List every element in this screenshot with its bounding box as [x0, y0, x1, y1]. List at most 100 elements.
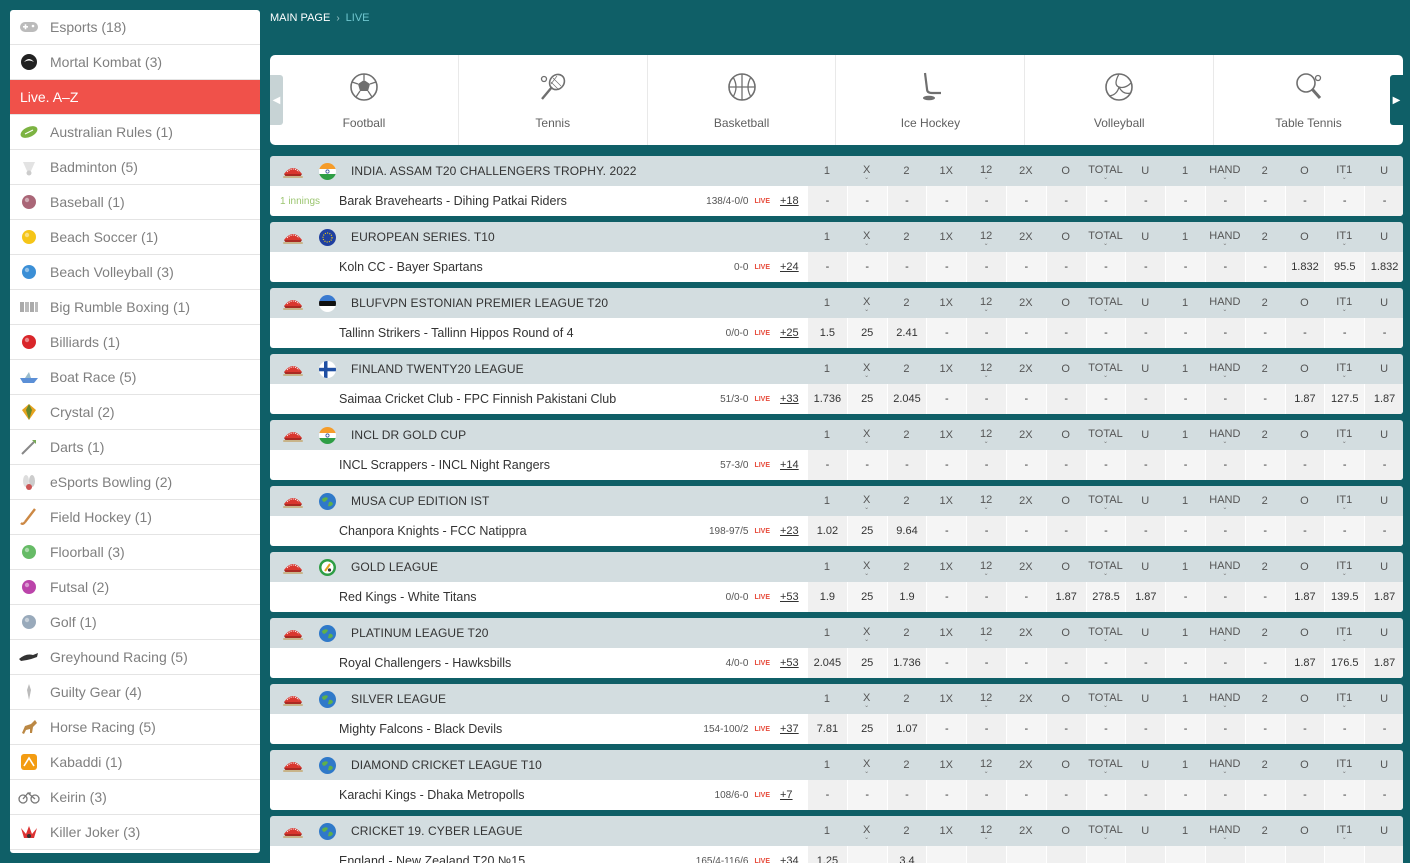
odds-cell[interactable]: - — [926, 648, 967, 678]
odds-cell[interactable]: - — [1244, 318, 1285, 348]
chevron-down-icon[interactable]: ⌄ — [1222, 373, 1227, 379]
odds-cell[interactable] — [1244, 846, 1285, 863]
match-teams[interactable]: INCL Scrappers - INCL Night Rangers — [339, 458, 550, 472]
chevron-down-icon[interactable]: ⌄ — [984, 241, 989, 247]
sidebar-item-boat-race[interactable]: Boat Race (5) — [10, 360, 260, 395]
odds-cell[interactable]: 2.045 — [886, 384, 927, 414]
odds-cell[interactable]: 3.4 — [886, 846, 927, 863]
odds-cell[interactable]: - — [1045, 384, 1086, 414]
sidebar-item-killer-joker[interactable]: Killer Joker (3) — [10, 815, 260, 850]
sidebar-item-billiards[interactable]: Billiards (1) — [10, 325, 260, 360]
match-row[interactable]: INCL Scrappers - INCL Night Rangers 57-3… — [270, 450, 1403, 480]
odds-cell[interactable]: - — [1364, 780, 1403, 810]
odds-cell[interactable]: 2.045 — [807, 648, 847, 678]
sport-tab-football[interactable]: Football — [270, 55, 459, 145]
odds-cell[interactable]: - — [807, 252, 847, 282]
chevron-down-icon[interactable]: ⌄ — [864, 373, 869, 379]
odds-cell[interactable]: - — [1045, 714, 1086, 744]
odds-cell[interactable]: 1.9 — [807, 582, 847, 612]
odds-cell[interactable]: - — [807, 450, 847, 480]
odds-cell[interactable]: - — [1125, 648, 1166, 678]
odds-cell[interactable]: - — [1125, 450, 1166, 480]
match-row[interactable]: Karachi Kings - Dhaka Metropolls 108/6-0… — [270, 780, 1403, 810]
odds-cell[interactable] — [846, 846, 887, 863]
odds-cell[interactable]: - — [1165, 582, 1205, 612]
odds-cell[interactable]: - — [1085, 318, 1126, 348]
match-teams[interactable]: Barak Bravehearts - Dihing Patkai Riders — [339, 194, 567, 208]
sidebar-item-live-a-z[interactable]: Live. A–Z — [10, 80, 260, 115]
chevron-down-icon[interactable]: ⌄ — [1342, 835, 1347, 841]
odds-cell[interactable] — [1005, 846, 1046, 863]
sidebar-item-badminton[interactable]: Badminton (5) — [10, 150, 260, 185]
chevron-down-icon[interactable]: ⌄ — [1222, 769, 1227, 775]
chevron-down-icon[interactable]: ⌄ — [984, 637, 989, 643]
chevron-down-icon[interactable]: ⌄ — [1103, 439, 1108, 445]
odds-cell[interactable]: - — [926, 780, 967, 810]
chevron-down-icon[interactable]: ⌄ — [864, 241, 869, 247]
chevron-down-icon[interactable]: ⌄ — [864, 637, 869, 643]
league-header[interactable]: PLATINUM LEAGUE T20 1 X ⌄ 2 1X 12 ⌄ 2X O TOTAL ⌄ U 1 H… — [270, 618, 1403, 648]
sidebar-item-guilty-gear[interactable]: Guilty Gear (4) — [10, 675, 260, 710]
odds-cell[interactable]: - — [1085, 516, 1126, 546]
odds-cell[interactable]: - — [1085, 252, 1126, 282]
odds-cell[interactable]: - — [1165, 318, 1205, 348]
odds-cell[interactable]: - — [966, 780, 1006, 810]
odds-cell[interactable]: - — [926, 252, 967, 282]
more-markets-link[interactable]: +18 — [780, 195, 799, 207]
odds-cell[interactable]: - — [1364, 516, 1403, 546]
odds-cell[interactable]: - — [1085, 780, 1126, 810]
match-teams[interactable]: Red Kings - White Titans — [339, 590, 477, 604]
chevron-down-icon[interactable]: ⌄ — [1342, 307, 1347, 313]
league-header[interactable]: INCL DR GOLD CUP 1 X ⌄ 2 1X 12 ⌄ 2X O TOTAL ⌄ U 1 HAND… — [270, 420, 1403, 450]
match-teams[interactable]: Karachi Kings - Dhaka Metropolls — [339, 788, 525, 802]
odds-cell[interactable]: - — [1045, 252, 1086, 282]
sidebar-item-crystal[interactable]: Crystal (2) — [10, 395, 260, 430]
chevron-down-icon[interactable]: ⌄ — [1222, 307, 1227, 313]
chevron-down-icon[interactable]: ⌄ — [1342, 571, 1347, 577]
odds-cell[interactable]: - — [1165, 252, 1205, 282]
sidebar-item-australian-rules[interactable]: Australian Rules (1) — [10, 115, 260, 150]
chevron-down-icon[interactable]: ⌄ — [1342, 637, 1347, 643]
chevron-down-icon[interactable]: ⌄ — [1103, 835, 1108, 841]
chevron-down-icon[interactable]: ⌄ — [984, 835, 989, 841]
match-teams[interactable]: Koln CC - Bayer Spartans — [339, 260, 483, 274]
sport-tab-volleyball[interactable]: Volleyball — [1025, 55, 1215, 145]
match-teams[interactable]: Saimaa Cricket Club - FPC Finnish Pakist… — [339, 392, 616, 406]
odds-cell[interactable]: - — [966, 582, 1006, 612]
sidebar-item-futsal[interactable]: Futsal (2) — [10, 570, 260, 605]
odds-cell[interactable]: 25 — [846, 582, 887, 612]
league-header[interactable]: BLUFVPN ESTONIAN PREMIER LEAGUE T20 1 X ⌄ 2 1… — [270, 288, 1403, 318]
odds-cell[interactable]: 1.87 — [1364, 384, 1403, 414]
breadcrumb-main-page[interactable]: MAIN PAGE — [270, 12, 330, 24]
chevron-down-icon[interactable]: ⌄ — [864, 571, 869, 577]
odds-cell[interactable]: - — [1045, 648, 1086, 678]
odds-cell[interactable]: - — [1005, 252, 1046, 282]
odds-cell[interactable]: 1.832 — [1364, 252, 1403, 282]
chevron-down-icon[interactable]: ⌄ — [984, 373, 989, 379]
odds-cell[interactable]: - — [1085, 714, 1126, 744]
odds-cell[interactable]: - — [1125, 384, 1166, 414]
odds-cell[interactable]: - — [1125, 516, 1166, 546]
odds-cell[interactable]: - — [1244, 516, 1285, 546]
odds-cell[interactable]: - — [1244, 186, 1285, 216]
odds-cell[interactable]: - — [926, 186, 967, 216]
odds-cell[interactable]: - — [846, 450, 887, 480]
odds-cell[interactable]: 1.87 — [1364, 648, 1403, 678]
match-row[interactable]: Chanpora Knights - FCC Natippra 198-97/5… — [270, 516, 1403, 546]
sidebar-item-beach-volleyball[interactable]: Beach Volleyball (3) — [10, 255, 260, 290]
match-teams[interactable]: Mighty Falcons - Black Devils — [339, 722, 502, 736]
sidebar-item-field-hockey[interactable]: Field Hockey (1) — [10, 500, 260, 535]
odds-cell[interactable]: - — [966, 384, 1006, 414]
chevron-down-icon[interactable]: ⌄ — [1103, 307, 1108, 313]
odds-cell[interactable]: - — [1204, 714, 1245, 744]
odds-cell[interactable]: - — [1045, 450, 1086, 480]
odds-cell[interactable]: 1.5 — [807, 318, 847, 348]
chevron-down-icon[interactable]: ⌄ — [1222, 505, 1227, 511]
odds-cell[interactable]: - — [1244, 384, 1285, 414]
odds-cell[interactable]: - — [807, 780, 847, 810]
odds-cell[interactable]: - — [926, 714, 967, 744]
carousel-next-arrow-icon[interactable]: ▶ — [1390, 75, 1403, 125]
odds-cell[interactable]: - — [1204, 318, 1245, 348]
odds-cell[interactable]: - — [1244, 648, 1285, 678]
odds-cell[interactable]: 1.736 — [886, 648, 927, 678]
